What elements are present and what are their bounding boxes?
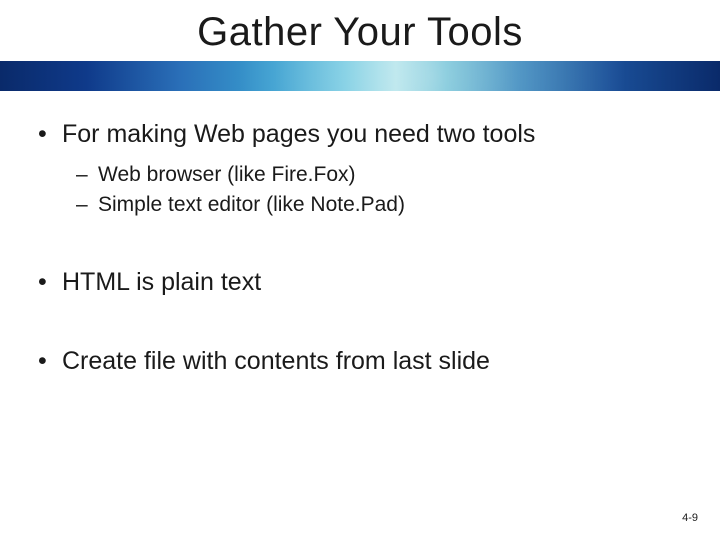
sub-bullet-item: Web browser (like Fire.Fox)	[72, 160, 686, 189]
bullet-text: Create file with contents from last slid…	[62, 347, 490, 375]
bullet-text: For making Web pages you need two tools	[62, 120, 535, 148]
bullet-item: Create file with contents from last slid…	[34, 346, 686, 377]
bullet-list: For making Web pages you need two tools …	[34, 119, 686, 378]
decorative-banner	[0, 61, 720, 91]
bullet-item: For making Web pages you need two tools …	[34, 119, 686, 219]
bullet-item: HTML is plain text	[34, 267, 686, 298]
sub-bullet-list: Web browser (like Fire.Fox) Simple text …	[62, 160, 686, 219]
bullet-text: HTML is plain text	[62, 268, 261, 296]
page-number: 4-9	[682, 512, 698, 524]
slide-title: Gather Your Tools	[0, 0, 720, 61]
slide-body: For making Web pages you need two tools …	[0, 91, 720, 378]
sub-bullet-item: Simple text editor (like Note.Pad)	[72, 190, 686, 219]
